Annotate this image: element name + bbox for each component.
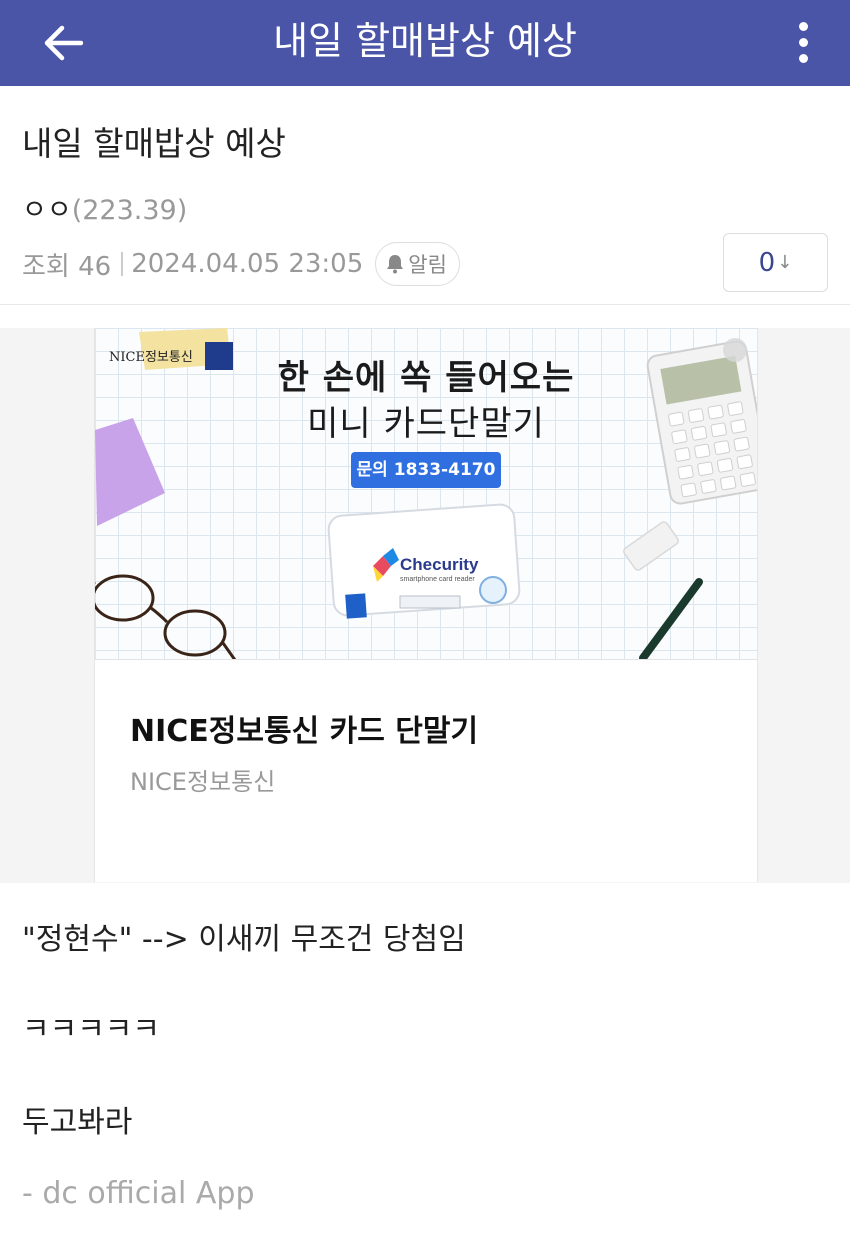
- author-ip: (223.39): [71, 195, 188, 226]
- ad-banner-image[interactable]: Checurity smartphone card reader NICE정보통…: [95, 328, 757, 660]
- svg-text:smartphone card reader: smartphone card reader: [400, 576, 475, 583]
- bell-icon: [387, 255, 404, 274]
- author-nickname: ㅇㅇ: [22, 195, 72, 226]
- post-meta: 조회 46 2024.04.05 23:05 알림: [22, 242, 460, 286]
- arrow-down-icon: ↓: [777, 252, 793, 273]
- app-signature: - dc official App: [22, 1176, 255, 1211]
- downvote-button[interactable]: 0 ↓: [723, 233, 828, 292]
- appbar-title: 내일 할매밥상 예상: [273, 19, 577, 63]
- ad-phone-badge: 문의 1833-4170: [351, 452, 501, 488]
- ad-sponsor: NICE정보통신: [130, 768, 276, 796]
- alarm-button[interactable]: 알림: [375, 242, 460, 286]
- alarm-label: 알림: [408, 253, 447, 277]
- post-body-line-2: ㅋㅋㅋㅋㅋ: [22, 1012, 160, 1047]
- more-vertical-icon: [798, 21, 808, 31]
- ad-title: NICE정보통신 카드 단말기: [130, 714, 479, 749]
- glasses-illustration: [95, 574, 237, 659]
- header-divider: [0, 304, 850, 305]
- ad-headline-2: 미니 카드단말기: [307, 404, 545, 444]
- post-title: 내일 할매밥상 예상: [22, 124, 286, 163]
- post-body-line-3: 두고봐라: [22, 1105, 133, 1140]
- post-author[interactable]: ㅇㅇ(223.39): [22, 188, 187, 227]
- post-datetime: 2024.04.05 23:05: [131, 249, 364, 279]
- post-body-line-1: "정현수" --> 이새끼 무조건 당첨임: [22, 922, 466, 957]
- ad-area: Checurity smartphone card reader NICE정보통…: [0, 328, 850, 883]
- meta-divider: [121, 252, 124, 276]
- ad-card[interactable]: Checurity smartphone card reader NICE정보통…: [94, 328, 758, 882]
- card-reader-illustration: Checurity smartphone card reader: [327, 503, 521, 619]
- vote-count: 0: [758, 247, 776, 278]
- view-count: 조회 46: [22, 251, 112, 282]
- top-app-bar: 내일 할매밥상 예상: [0, 0, 850, 86]
- eraser-illustration: [623, 521, 679, 571]
- svg-text:Checurity: Checurity: [400, 555, 479, 574]
- pen-illustration: [639, 578, 703, 659]
- more-options-button[interactable]: [786, 14, 820, 70]
- ad-headline-1: 한 손에 쏙 들어오는: [277, 358, 575, 398]
